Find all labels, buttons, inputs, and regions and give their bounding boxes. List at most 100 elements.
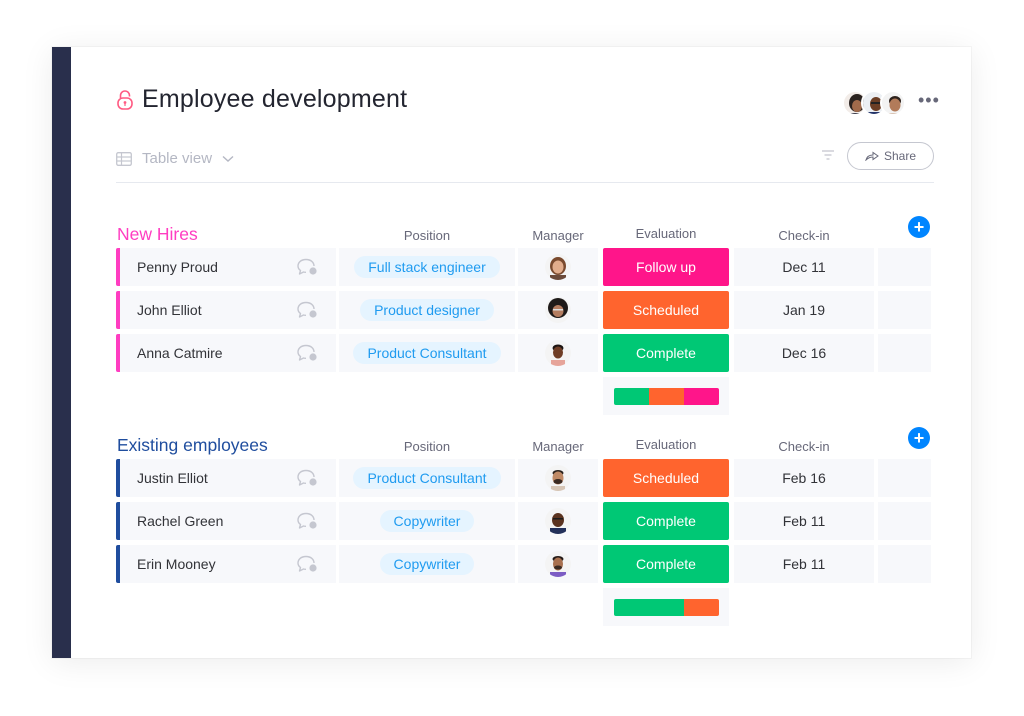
lock-icon xyxy=(117,89,133,110)
column-header-evaluation[interactable]: Evaluation xyxy=(603,437,729,452)
summary-segment-scheduled[interactable] xyxy=(649,388,684,405)
empty-cell[interactable] xyxy=(878,545,931,583)
item-name[interactable]: Justin Elliot xyxy=(137,470,208,486)
summary-segment-complete[interactable] xyxy=(614,388,649,405)
status-distribution-bar[interactable] xyxy=(614,599,719,616)
status-label[interactable]: Follow up xyxy=(603,248,729,286)
position-tag[interactable]: Full stack engineer xyxy=(354,256,500,278)
item-name[interactable]: Erin Mooney xyxy=(137,556,216,572)
checkin-cell[interactable]: Feb 11 xyxy=(734,545,874,583)
manager-avatar[interactable] xyxy=(545,254,571,280)
status-label[interactable]: Complete xyxy=(603,334,729,372)
status-label[interactable]: Scheduled xyxy=(603,291,729,329)
column-header-evaluation[interactable]: Evaluation xyxy=(603,226,729,241)
column-header-checkin[interactable]: Check-in xyxy=(734,228,874,243)
item-name[interactable]: Penny Proud xyxy=(137,259,218,275)
name-cell[interactable]: Erin Mooney xyxy=(116,545,336,583)
manager-cell[interactable] xyxy=(518,248,598,286)
status-label[interactable]: Scheduled xyxy=(603,459,729,497)
checkin-cell[interactable]: Feb 16 xyxy=(734,459,874,497)
name-cell[interactable]: Anna Catmire xyxy=(116,334,336,372)
position-cell[interactable]: Copywriter xyxy=(339,502,515,540)
manager-cell[interactable] xyxy=(518,459,598,497)
status-distribution-bar[interactable] xyxy=(614,388,719,405)
checkin-cell[interactable]: Feb 11 xyxy=(734,502,874,540)
chat-bubble-icon[interactable] xyxy=(296,512,318,530)
table-row[interactable]: Anna Catmire Product Consultant Complete… xyxy=(116,334,934,372)
position-tag[interactable]: Product Consultant xyxy=(353,467,501,489)
checkin-cell[interactable]: Jan 19 xyxy=(734,291,874,329)
status-label[interactable]: Complete xyxy=(603,545,729,583)
empty-cell[interactable] xyxy=(878,248,931,286)
subscribers-avatars[interactable] xyxy=(842,90,906,116)
item-name[interactable]: Anna Catmire xyxy=(137,345,223,361)
chat-bubble-icon[interactable] xyxy=(296,344,318,362)
group-title[interactable]: Existing employees xyxy=(117,435,268,456)
summary-segment-complete[interactable] xyxy=(614,599,684,616)
manager-avatar[interactable] xyxy=(545,340,571,366)
table-row[interactable]: Erin Mooney Copywriter Complete Feb 11 xyxy=(116,545,934,583)
name-cell[interactable]: Justin Elliot xyxy=(116,459,336,497)
left-sidebar[interactable] xyxy=(52,47,71,658)
add-column-button[interactable]: + xyxy=(908,216,930,238)
position-cell[interactable]: Full stack engineer xyxy=(339,248,515,286)
empty-cell[interactable] xyxy=(878,334,931,372)
summary-segment-scheduled[interactable] xyxy=(684,599,719,616)
summary-segment-follow-up[interactable] xyxy=(684,388,719,405)
chat-bubble-icon[interactable] xyxy=(296,258,318,276)
table-row[interactable]: Justin Elliot Product Consultant Schedul… xyxy=(116,459,934,497)
table-row[interactable]: Rachel Green Copywriter Complete Feb 11 xyxy=(116,502,934,540)
manager-cell[interactable] xyxy=(518,291,598,329)
column-header-manager[interactable]: Manager xyxy=(518,228,598,243)
manager-cell[interactable] xyxy=(518,545,598,583)
column-header-checkin[interactable]: Check-in xyxy=(734,439,874,454)
evaluation-cell[interactable]: Complete xyxy=(603,334,729,372)
position-cell[interactable]: Product Consultant xyxy=(339,334,515,372)
empty-cell[interactable] xyxy=(878,459,931,497)
name-cell[interactable]: Rachel Green xyxy=(116,502,336,540)
table-row[interactable]: Penny Proud Full stack engineer Follow u… xyxy=(116,248,934,286)
name-cell[interactable]: John Elliot xyxy=(116,291,336,329)
position-cell[interactable]: Product designer xyxy=(339,291,515,329)
more-horizontal-icon[interactable]: ••• xyxy=(918,91,940,109)
manager-cell[interactable] xyxy=(518,334,598,372)
position-tag[interactable]: Copywriter xyxy=(379,510,475,532)
column-header-manager[interactable]: Manager xyxy=(518,439,598,454)
evaluation-cell[interactable]: Scheduled xyxy=(603,291,729,329)
position-tag[interactable]: Product designer xyxy=(360,299,494,321)
manager-avatar[interactable] xyxy=(545,297,571,323)
column-header-position[interactable]: Position xyxy=(339,228,515,243)
empty-cell[interactable] xyxy=(878,291,931,329)
evaluation-cell[interactable]: Scheduled xyxy=(603,459,729,497)
add-column-button[interactable]: + xyxy=(908,427,930,449)
chat-bubble-icon[interactable] xyxy=(296,555,318,573)
view-selector[interactable]: Table view xyxy=(116,150,234,167)
board-title[interactable]: Employee development xyxy=(142,85,407,114)
checkin-cell[interactable]: Dec 16 xyxy=(734,334,874,372)
group-color-indicator xyxy=(116,545,120,583)
filter-icon[interactable] xyxy=(822,150,834,160)
status-label[interactable]: Complete xyxy=(603,502,729,540)
evaluation-cell[interactable]: Complete xyxy=(603,502,729,540)
chat-bubble-icon[interactable] xyxy=(296,469,318,487)
manager-cell[interactable] xyxy=(518,502,598,540)
item-name[interactable]: Rachel Green xyxy=(137,513,223,529)
evaluation-cell[interactable]: Follow up xyxy=(603,248,729,286)
manager-avatar[interactable] xyxy=(545,508,571,534)
empty-cell[interactable] xyxy=(878,502,931,540)
position-tag[interactable]: Copywriter xyxy=(379,553,475,575)
name-cell[interactable]: Penny Proud xyxy=(116,248,336,286)
chat-bubble-icon[interactable] xyxy=(296,301,318,319)
position-cell[interactable]: Product Consultant xyxy=(339,459,515,497)
position-cell[interactable]: Copywriter xyxy=(339,545,515,583)
checkin-cell[interactable]: Dec 11 xyxy=(734,248,874,286)
table-row[interactable]: John Elliot Product designer Scheduled J… xyxy=(116,291,934,329)
manager-avatar[interactable] xyxy=(545,551,571,577)
column-header-position[interactable]: Position xyxy=(339,439,515,454)
group-title[interactable]: New Hires xyxy=(117,224,198,245)
share-button[interactable]: Share xyxy=(847,142,934,170)
item-name[interactable]: John Elliot xyxy=(137,302,202,318)
evaluation-cell[interactable]: Complete xyxy=(603,545,729,583)
manager-avatar[interactable] xyxy=(545,465,571,491)
position-tag[interactable]: Product Consultant xyxy=(353,342,501,364)
